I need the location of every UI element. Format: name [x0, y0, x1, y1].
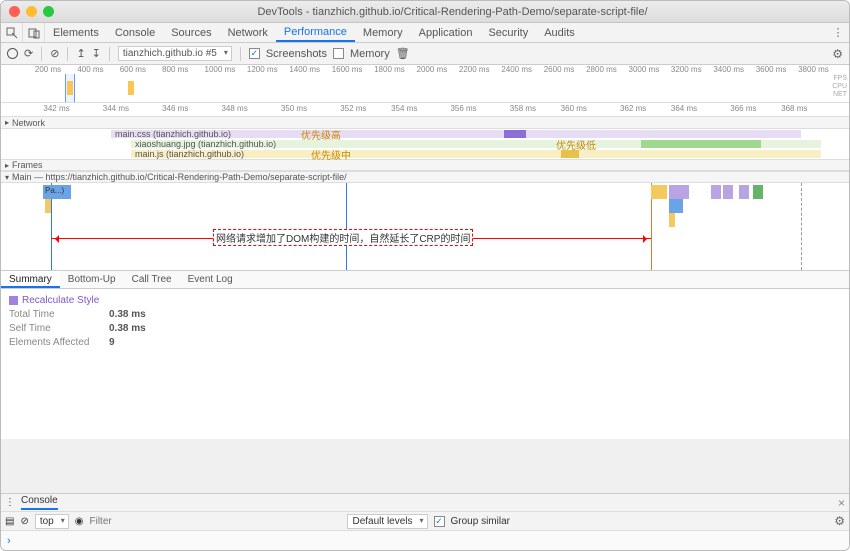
separator — [67, 47, 68, 61]
load-icon[interactable]: ↥ — [76, 47, 85, 60]
console-tab[interactable]: Console — [21, 495, 58, 510]
console-filter-input[interactable] — [89, 516, 221, 527]
sidebar-toggle-icon[interactable]: ▤ — [5, 516, 14, 527]
section-main-header[interactable]: Main — https://tianzhich.github.io/Criti… — [1, 171, 849, 183]
section-frames-header[interactable]: Frames — [1, 159, 849, 171]
tab-network[interactable]: Network — [220, 23, 276, 42]
window-title: DevTools - tianzhich.github.io/Critical-… — [64, 6, 841, 18]
live-expr-icon[interactable]: ◉ — [75, 516, 84, 527]
separator — [109, 47, 110, 61]
summary-panel: Recalculate Style Total Time0.38 ms Self… — [1, 289, 849, 439]
separator — [41, 47, 42, 61]
annotation-priority-low: 优先级低 — [556, 137, 596, 152]
close-drawer-icon[interactable]: × — [838, 496, 845, 510]
annotation-priority-high: 优先级高 — [301, 127, 341, 142]
screenshots-checkbox[interactable]: ✓ — [249, 48, 260, 59]
flame-block[interactable] — [723, 185, 733, 199]
annotation-priority-mid: 优先级中 — [311, 147, 351, 162]
tab-audits[interactable]: Audits — [536, 23, 583, 42]
separator — [240, 47, 241, 61]
prompt-chevron-icon: › — [7, 535, 11, 547]
memory-checkbox[interactable]: ✓ — [333, 48, 344, 59]
flame-chart[interactable]: Pa...) 网络请求增加了DOM构建的时间，自然延长了CRP的时间 — [1, 183, 849, 271]
context-select[interactable]: top — [35, 514, 69, 529]
category-color-icon — [9, 296, 18, 305]
tab-memory[interactable]: Memory — [355, 23, 411, 42]
flame-block[interactable] — [753, 185, 763, 199]
performance-toolbar: ⟳ ⊘ ↥ ↧ tianzhich.github.io #5 ✓ Screens… — [1, 43, 849, 65]
drawer-menu-icon[interactable]: ⋮ — [5, 497, 15, 508]
tab-console[interactable]: Console — [107, 23, 163, 42]
save-icon[interactable]: ↧ — [92, 47, 101, 60]
tab-application[interactable]: Application — [411, 23, 481, 42]
screenshots-label: Screenshots — [266, 48, 327, 60]
flame-block[interactable] — [45, 199, 51, 213]
summary-heading: Recalculate Style — [22, 295, 99, 306]
tab-security[interactable]: Security — [480, 23, 536, 42]
group-similar-label: Group similar — [451, 516, 510, 527]
section-network-header[interactable]: Network — [1, 117, 849, 129]
overview-activity — [67, 81, 73, 95]
log-levels-select[interactable]: Default levels — [347, 514, 427, 529]
network-row[interactable]: main.js (tianzhich.github.io) — [1, 149, 849, 159]
network-row[interactable]: main.css (tianzhich.github.io) — [1, 129, 849, 139]
network-row[interactable]: xiaoshuang.jpg (tianzhich.github.io) — [1, 139, 849, 149]
trash-icon[interactable]: 🗑 — [396, 47, 410, 60]
flame-block[interactable] — [711, 185, 721, 199]
close-window-icon[interactable] — [9, 6, 20, 17]
more-tabs-icon[interactable]: ⋮ — [827, 23, 849, 42]
maximize-window-icon[interactable] — [43, 6, 54, 17]
record-icon[interactable] — [7, 48, 18, 59]
traffic-lights[interactable] — [9, 6, 54, 17]
flame-block[interactable]: Pa...) — [43, 185, 71, 199]
minimize-window-icon[interactable] — [26, 6, 37, 17]
flame-block[interactable] — [739, 185, 749, 199]
tab-performance[interactable]: Performance — [276, 23, 355, 42]
summary-tabs: Summary Bottom-Up Call Tree Event Log — [1, 271, 849, 289]
device-toggle-icon[interactable] — [23, 23, 45, 42]
memory-label: Memory — [350, 48, 390, 60]
overview-activity — [128, 81, 134, 95]
annotation-text: 网络请求增加了DOM构建的时间，自然延长了CRP的时间 — [213, 229, 473, 246]
network-track: main.css (tianzhich.github.io) xiaoshuan… — [1, 129, 849, 159]
marker-mid — [346, 183, 347, 270]
marker-dashed — [801, 183, 802, 270]
summary-tab-bottomup[interactable]: Bottom-Up — [60, 271, 124, 288]
group-similar-checkbox[interactable]: ✓ — [434, 516, 445, 527]
reload-icon[interactable]: ⟳ — [24, 47, 33, 60]
console-prompt[interactable]: › — [1, 530, 849, 550]
overview-ticks: 200 ms 400 ms 600 ms 800 ms 1000 ms 1200… — [1, 65, 849, 75]
settings-icon[interactable]: ⚙ — [832, 47, 843, 61]
tab-elements[interactable]: Elements — [45, 23, 107, 42]
inspect-icon[interactable] — [1, 23, 23, 42]
capture-target-select[interactable]: tianzhich.github.io #5 — [118, 46, 232, 61]
timeline-overview[interactable]: 200 ms 400 ms 600 ms 800 ms 1000 ms 1200… — [1, 65, 849, 103]
flame-block[interactable] — [669, 213, 675, 227]
flame-block[interactable] — [669, 199, 683, 213]
flame-block[interactable] — [651, 185, 667, 199]
summary-tab-eventlog[interactable]: Event Log — [180, 271, 241, 288]
summary-tab-summary[interactable]: Summary — [1, 271, 60, 288]
flame-block[interactable] — [669, 185, 689, 199]
clear-console-icon[interactable]: ⊘ — [20, 516, 28, 527]
panel-tabbar: Elements Console Sources Network Perform… — [1, 23, 849, 43]
overview-track-labels: FPS CPU NET — [832, 75, 847, 99]
summary-tab-calltree[interactable]: Call Tree — [124, 271, 180, 288]
console-drawer: ⋮ Console × ▤ ⊘ top ◉ Default levels ✓ G… — [1, 493, 849, 530]
tab-sources[interactable]: Sources — [163, 23, 219, 42]
devtools-window: DevTools - tianzhich.github.io/Critical-… — [0, 0, 850, 551]
clear-icon[interactable]: ⊘ — [50, 47, 59, 60]
detail-ruler[interactable]: 342 ms 344 ms 346 ms 348 ms 350 ms 352 m… — [1, 103, 849, 117]
console-settings-icon[interactable]: ⚙ — [834, 514, 845, 528]
window-titlebar: DevTools - tianzhich.github.io/Critical-… — [1, 1, 849, 23]
